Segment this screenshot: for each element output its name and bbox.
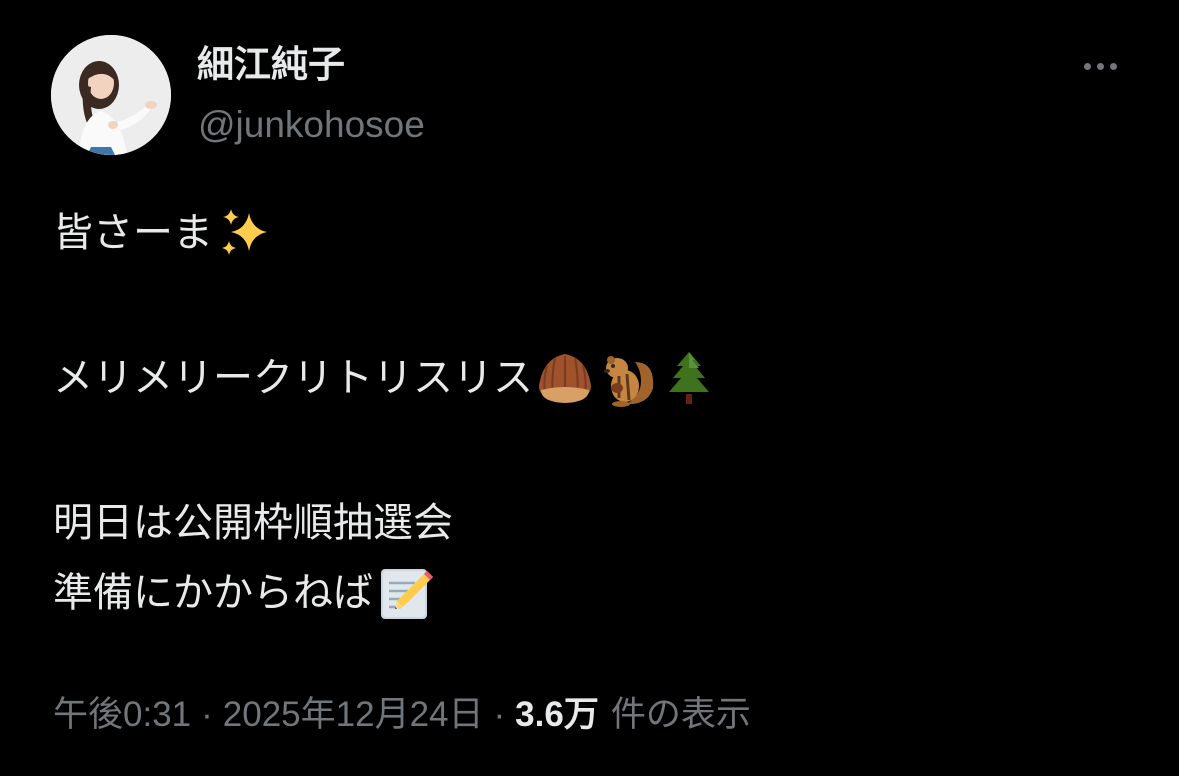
views-count: 3.6万 [515,695,599,734]
display-name[interactable]: 細江純子 [197,40,345,90]
avatar[interactable] [51,35,171,155]
tweet-text: メリメリークリトリスリス [53,355,533,401]
tweet-text-line: 明日は公開枠順抽選会 [53,493,453,553]
tweet-timestamp[interactable]: 午後0:31 · 2025年12月24日 [53,695,484,734]
tweet-text-line: 準備にかからねば [53,563,435,623]
chestnut-icon [535,348,595,408]
more-icon [1083,62,1091,70]
memo-icon [375,563,435,623]
tweet-meta: 午後0:31 · 2025年12月24日 · 3.6万 件の表示 [53,690,751,740]
views-label: 件の表示 [610,695,751,734]
sparkles-icon [215,203,275,263]
user-handle[interactable]: @junkohosoe [198,100,425,150]
tweet-text: 準備にかからねば [53,570,373,616]
tweet-text: 皆さーま [53,210,213,256]
meta-separator: · [493,695,506,734]
tweet-text-line: 皆さーま [53,203,275,263]
chipmunk-icon [597,348,657,408]
evergreen-tree-icon [659,348,719,408]
tweet-detail: 細江純子 @junkohosoe 皆さーま メリメリークリトリスリス 明日は公開… [0,0,1179,776]
tweet-text: 明日は公開枠順抽選会 [53,500,453,546]
tweet-text-line: メリメリークリトリスリス [53,348,719,408]
more-options-button[interactable] [1070,48,1130,84]
views-link[interactable]: 3.6万 件の表示 [515,695,751,734]
